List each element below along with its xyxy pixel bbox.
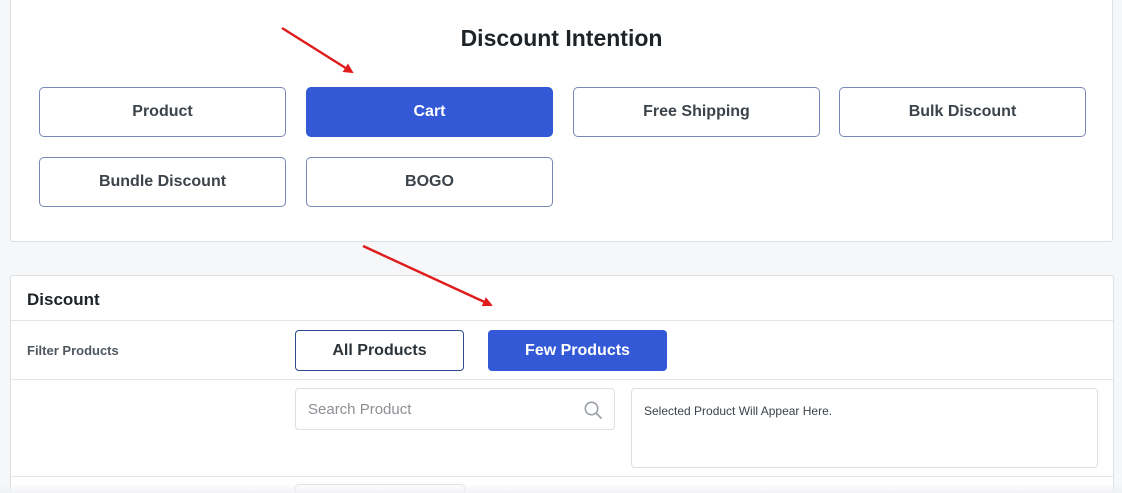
intention-option-free-shipping[interactable]: Free Shipping bbox=[573, 87, 820, 137]
filter-products-label: Filter Products bbox=[27, 343, 119, 358]
discount-intention-title: Discount Intention bbox=[460, 25, 663, 51]
search-icon[interactable] bbox=[583, 400, 603, 420]
few-products-button[interactable]: Few Products bbox=[488, 330, 667, 371]
discount-panel: Discount Filter Products All Products Fe… bbox=[10, 275, 1114, 493]
all-products-button[interactable]: All Products bbox=[295, 330, 464, 371]
intention-option-bogo[interactable]: BOGO bbox=[306, 157, 553, 207]
discount-intention-panel: Discount Intention Product Cart Free Shi… bbox=[10, 0, 1113, 242]
divider bbox=[11, 320, 1113, 321]
search-product-field[interactable] bbox=[295, 388, 615, 430]
intention-option-product[interactable]: Product bbox=[39, 87, 286, 137]
selected-products-area: Selected Product Will Appear Here. bbox=[631, 388, 1098, 468]
discount-section-title: Discount bbox=[27, 290, 100, 309]
bottom-fade bbox=[0, 483, 1122, 493]
intention-option-bundle-discount[interactable]: Bundle Discount bbox=[39, 157, 286, 207]
divider bbox=[11, 476, 1113, 477]
search-product-input[interactable] bbox=[297, 390, 567, 428]
divider bbox=[11, 379, 1113, 380]
intention-option-bulk-discount[interactable]: Bulk Discount bbox=[839, 87, 1086, 137]
intention-option-cart[interactable]: Cart bbox=[306, 87, 553, 137]
selected-products-placeholder: Selected Product Will Appear Here. bbox=[644, 404, 833, 418]
page: Discount Intention Product Cart Free Shi… bbox=[0, 0, 1122, 493]
